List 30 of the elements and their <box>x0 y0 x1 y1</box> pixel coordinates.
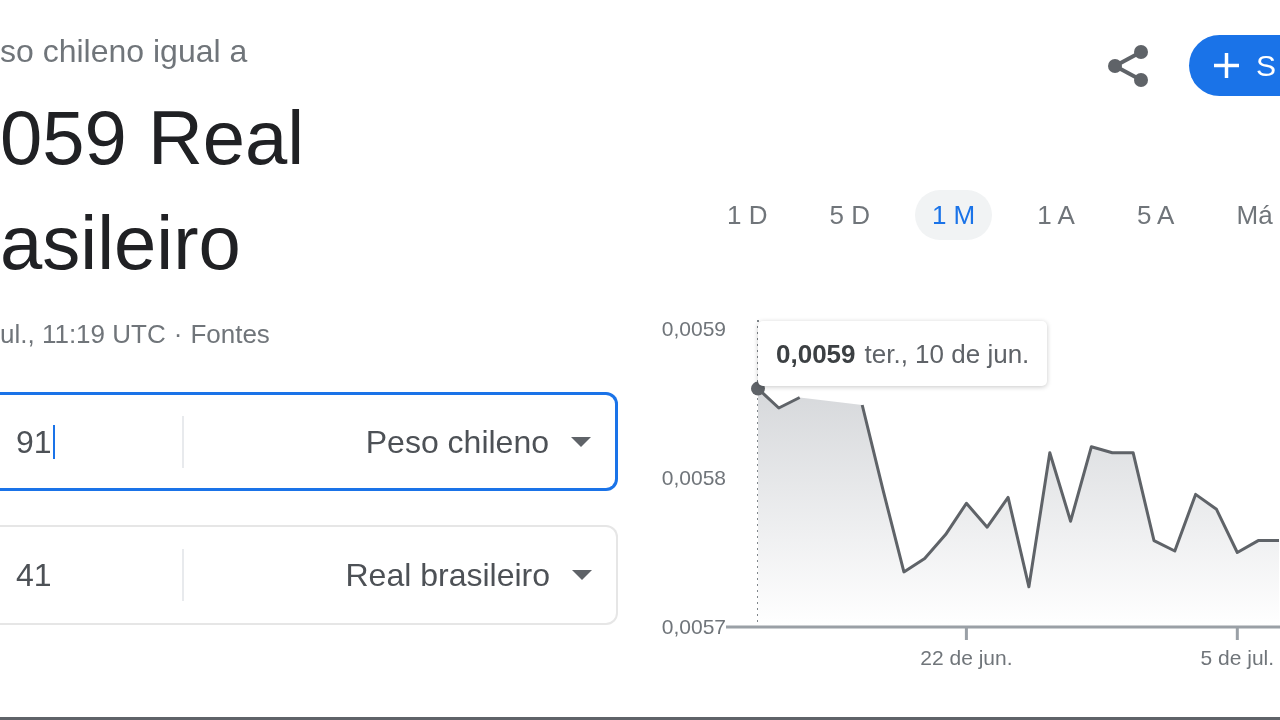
range-tab[interactable]: Má <box>1219 190 1275 240</box>
tooltip-date: ter., 10 de jun. <box>864 338 1030 369</box>
axis-label: 5 de jul. <box>1200 646 1275 669</box>
timestamp-text: ul., 11:19 UTC <box>0 318 166 351</box>
result-line: asileiro <box>0 199 241 287</box>
follow-button[interactable]: S <box>1189 35 1280 96</box>
caret-icon <box>572 570 592 580</box>
result-line: 059 Real <box>0 94 305 182</box>
text-cursor-icon <box>52 424 55 459</box>
range-tab[interactable]: 1 D <box>710 190 785 240</box>
caret-icon <box>571 436 591 447</box>
share-button[interactable] <box>1107 43 1149 88</box>
share-icon <box>1107 43 1149 88</box>
plus-icon <box>1214 53 1239 78</box>
sources-link[interactable]: Fontes <box>190 316 270 352</box>
range-tab[interactable]: 5 A <box>1119 190 1192 240</box>
axis-label: 0,0058 <box>661 466 726 489</box>
currency-dropdown[interactable]: Peso chileno <box>361 421 595 462</box>
axis-label: 0,0059 <box>661 317 726 340</box>
axis-label: 0,0057 <box>661 615 726 638</box>
axis-label: 22 de jun. <box>920 646 1013 669</box>
range-tab[interactable]: 5 D <box>812 190 887 240</box>
tooltip-value: 0,0059 <box>776 338 856 369</box>
range-tab[interactable]: 1 M <box>914 190 993 240</box>
range-tab[interactable]: 1 A <box>1020 190 1092 240</box>
separator-text: · <box>173 318 183 351</box>
amount-input[interactable]: 91 <box>16 421 55 462</box>
subtitle-text: so chileno igual a <box>0 32 248 71</box>
amount-input[interactable]: 41 <box>16 555 52 595</box>
currency-dropdown[interactable]: Real brasileiro <box>341 555 596 595</box>
